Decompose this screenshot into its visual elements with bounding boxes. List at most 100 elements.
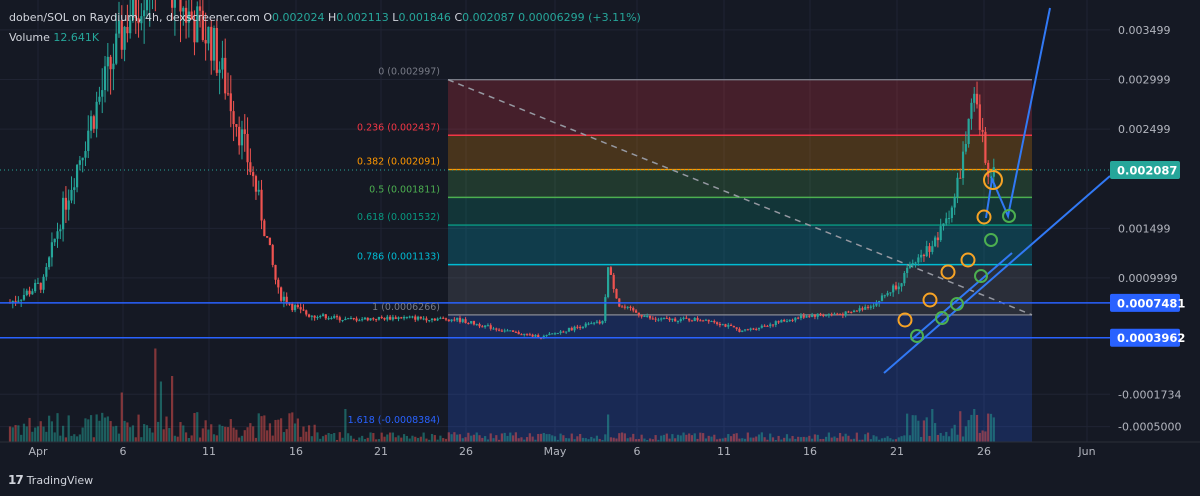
candle-body — [766, 325, 769, 327]
volume-bar — [221, 425, 224, 442]
volume-bar — [470, 435, 473, 442]
candle-body — [316, 316, 319, 318]
volume-bar — [632, 433, 635, 442]
volume-bar — [721, 438, 724, 442]
volume-bar — [131, 425, 135, 442]
volume-bar — [864, 434, 867, 442]
volume-bar — [338, 432, 341, 442]
volume-bar — [581, 437, 585, 442]
candle-body — [235, 124, 238, 127]
candle-body — [313, 315, 316, 318]
candle-body — [953, 196, 956, 208]
volume-legend[interactable]: Volume 12.641K — [9, 31, 99, 44]
volume-bar — [920, 436, 923, 442]
candle-body — [738, 328, 741, 333]
candle-body — [484, 325, 487, 328]
volume-bar — [422, 432, 425, 442]
candle-body — [928, 246, 931, 252]
volume-bar — [45, 431, 48, 442]
fib-band — [448, 197, 1032, 226]
candle-body — [844, 311, 847, 316]
candle-body — [889, 292, 892, 294]
candle-body — [886, 293, 889, 296]
candle-body — [361, 319, 364, 321]
candle-body — [408, 316, 411, 318]
tradingview-brand[interactable]: 17 TradingView — [8, 473, 93, 487]
volume-bar — [117, 433, 121, 442]
candle-body — [84, 151, 87, 158]
candle-body — [922, 254, 926, 257]
volume-bar — [620, 432, 624, 442]
volume-bar — [42, 426, 45, 442]
candle-body — [713, 321, 716, 323]
volume-bar — [517, 438, 520, 442]
volume-bar — [28, 417, 31, 442]
fib-band — [448, 314, 1032, 442]
volume-bar — [981, 430, 984, 442]
candle-body — [215, 27, 218, 73]
candle-body — [344, 318, 347, 321]
price-chart[interactable]: 0 (0.002997) 0.236 (0.002437) 0.382 (0.002… — [0, 0, 1200, 496]
volume-bar — [500, 433, 503, 442]
volume-bar — [777, 435, 780, 442]
volume-bar — [299, 436, 302, 442]
tradingview-logo-icon: 17 — [8, 473, 24, 487]
candle-body — [724, 324, 727, 327]
candle-body — [841, 314, 844, 316]
volume-bar — [665, 433, 668, 442]
candle-body — [430, 318, 434, 321]
price-tick-label: 0.002999 — [1118, 73, 1171, 86]
candle-body — [595, 321, 599, 323]
candle-body — [816, 313, 819, 317]
volume-bar — [799, 437, 803, 442]
candle-body — [514, 331, 517, 333]
candle-body — [324, 314, 327, 319]
candle-body — [671, 318, 674, 321]
volume-bar — [148, 428, 151, 442]
volume-bar — [408, 438, 411, 442]
volume-bar — [190, 435, 193, 442]
candle-body — [288, 303, 291, 305]
candle-body — [903, 273, 906, 284]
volume-bar — [179, 422, 182, 442]
candle-body — [674, 318, 677, 322]
candle-body — [500, 330, 503, 332]
candle-body — [439, 317, 442, 319]
candle-body — [293, 305, 297, 311]
candle-body — [799, 315, 803, 319]
candle-body — [422, 318, 425, 320]
candle-body — [565, 331, 568, 333]
volume-bar — [218, 424, 221, 442]
candle-body — [511, 330, 515, 332]
candle-body — [939, 226, 942, 241]
volume-bar — [866, 432, 870, 442]
volume-bar — [36, 426, 40, 442]
volume-bar — [112, 426, 115, 442]
candle-body — [676, 321, 680, 323]
candle-body — [383, 317, 386, 320]
candle-body — [461, 319, 464, 322]
volume-bar — [735, 433, 738, 442]
volume-bar — [570, 433, 573, 442]
candle-body — [126, 26, 129, 34]
candle-body — [917, 257, 920, 263]
candle-body — [458, 317, 462, 322]
candle-body — [601, 320, 604, 324]
candle-body — [920, 254, 923, 258]
volume-bar — [143, 424, 146, 442]
volume-bar — [911, 415, 914, 442]
volume-bar — [702, 433, 705, 442]
volume-bar — [380, 432, 383, 442]
volume-bar — [565, 438, 568, 442]
volume-bar — [690, 435, 694, 442]
candle-body — [710, 321, 713, 323]
volume-bar — [928, 435, 931, 442]
candle-body — [584, 323, 587, 327]
symbol-legend[interactable]: doben/SOL on Raydium, 4h, dexscreener.co… — [9, 11, 641, 24]
volume-bar — [64, 437, 67, 442]
volume-bar — [330, 433, 333, 442]
candle-body — [520, 334, 523, 336]
candle-body — [587, 323, 590, 325]
volume-bar — [562, 435, 565, 442]
volume-bar — [400, 437, 403, 442]
